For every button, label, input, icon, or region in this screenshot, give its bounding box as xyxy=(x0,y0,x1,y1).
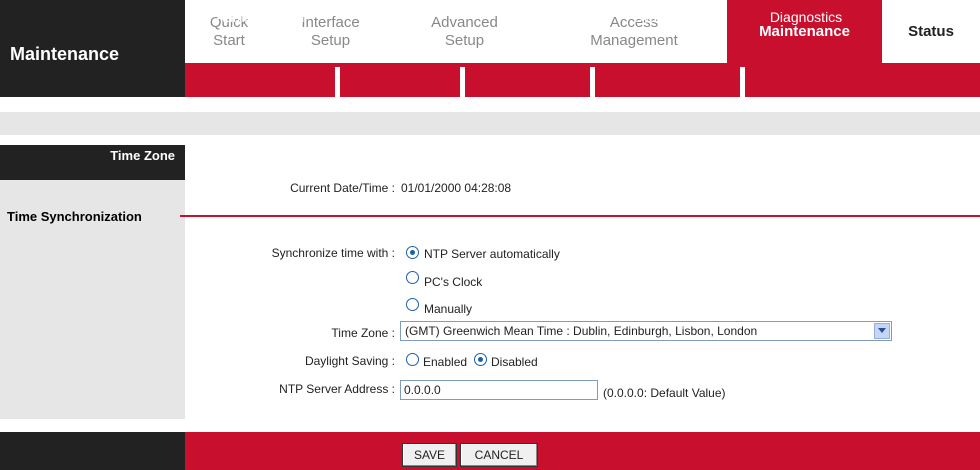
time-zone-select[interactable]: (GMT) Greenwich Mean Time : Dublin, Edin… xyxy=(400,321,892,341)
cancel-button[interactable]: CANCEL xyxy=(460,443,538,467)
sync-option-ntp[interactable] xyxy=(406,246,419,264)
radio-daylight-disabled[interactable] xyxy=(474,353,487,366)
ntp-server-label: NTP Server Address : xyxy=(279,382,395,396)
separator-strip xyxy=(0,112,980,135)
daylight-disabled-label: Disabled xyxy=(491,355,538,369)
radio-ntp[interactable] xyxy=(406,246,419,259)
daylight-disabled-option[interactable] xyxy=(474,353,487,371)
subtab-time-zone[interactable]: Time Zone xyxy=(340,0,460,34)
left-section-panel xyxy=(0,145,185,419)
radio-daylight-enabled[interactable] xyxy=(406,353,419,366)
footer-left xyxy=(0,432,185,470)
sync-option-ntp-label: NTP Server automatically xyxy=(424,247,560,261)
sync-option-manual-label: Manually xyxy=(424,302,473,316)
sync-label: Synchronize time with : xyxy=(271,246,395,260)
daylight-enabled-option[interactable] xyxy=(406,353,419,371)
time-zone-select-value: (GMT) Greenwich Mean Time : Dublin, Edin… xyxy=(405,324,758,338)
tab-status[interactable]: Status xyxy=(882,0,980,63)
subnav-separator xyxy=(740,67,745,97)
sync-option-pc[interactable] xyxy=(406,271,419,289)
sub-navigation xyxy=(185,63,980,97)
section-label-time-sync: Time Synchronization xyxy=(7,209,142,224)
current-datetime-value: 01/01/2000 04:28:08 xyxy=(401,181,512,195)
subnav-separator xyxy=(335,67,340,97)
section-divider xyxy=(180,215,980,217)
subtab-diagnostics[interactable]: Diagnostics xyxy=(745,0,867,34)
subnav-separator xyxy=(590,67,595,97)
current-datetime-label: Current Date/Time : xyxy=(290,181,395,195)
page-title: Maintenance xyxy=(10,44,120,64)
subnav-separator xyxy=(460,67,465,97)
section-header-time-zone: Time Zone xyxy=(110,148,175,163)
footer-bar xyxy=(185,432,980,470)
subtab-firmware[interactable]: Firmware xyxy=(465,0,590,34)
daylight-enabled-label: Enabled xyxy=(423,355,468,369)
chevron-down-icon[interactable] xyxy=(874,323,890,339)
subtab-administration[interactable]: Administration xyxy=(185,0,335,34)
sync-option-manual[interactable] xyxy=(406,298,419,316)
radio-manually[interactable] xyxy=(406,298,419,311)
time-zone-label: Time Zone : xyxy=(331,326,395,340)
save-button[interactable]: SAVE xyxy=(402,443,457,467)
subtab-sysrestart[interactable]: SysRestart xyxy=(595,0,740,34)
ntp-server-hint: (0.0.0.0: Default Value) xyxy=(603,386,726,400)
daylight-saving-label: Daylight Saving : xyxy=(304,354,395,368)
radio-pc-clock[interactable] xyxy=(406,271,419,284)
sync-option-pc-label: PC's Clock xyxy=(424,275,483,289)
ntp-server-input[interactable]: 0.0.0.0 xyxy=(400,380,598,400)
